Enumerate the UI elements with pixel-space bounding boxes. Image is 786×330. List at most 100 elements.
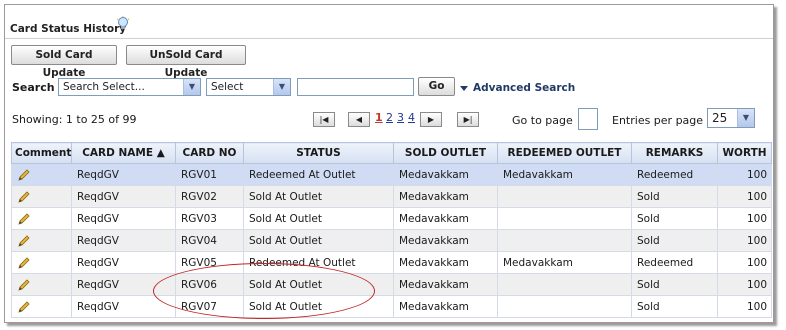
column-header-remarks[interactable]: REMARKS bbox=[631, 142, 718, 164]
chevron-down-icon: ▼ bbox=[183, 79, 200, 95]
advanced-search-arrow-icon bbox=[460, 86, 468, 91]
worth-cell: 100 bbox=[717, 229, 772, 252]
card-name-cell: ReqdGV bbox=[71, 207, 176, 230]
worth-cell: 100 bbox=[717, 273, 772, 296]
redeemed-outlet-cell bbox=[497, 185, 632, 208]
sold-outlet-cell: Medavakkam bbox=[393, 163, 498, 186]
card-no-cell: RGV02 bbox=[175, 185, 244, 208]
search-field-select-value: Search Select... bbox=[63, 81, 145, 93]
comment-cell[interactable] bbox=[11, 273, 72, 296]
remarks-cell: Redeemed bbox=[631, 163, 718, 186]
column-header-sold-outlet[interactable]: SOLD OUTLET bbox=[393, 142, 498, 164]
table-row[interactable]: ReqdGV RGV03 Sold At Outlet Medavakkam S… bbox=[11, 207, 772, 230]
search-field-select[interactable]: Search Select... ▼ bbox=[58, 78, 201, 96]
card-name-cell: ReqdGV bbox=[71, 185, 176, 208]
column-header-card-name[interactable]: CARD NAME ▲ bbox=[71, 142, 176, 164]
remarks-cell: Sold bbox=[631, 185, 718, 208]
card-no-cell: RGV01 bbox=[175, 163, 244, 186]
comment-cell[interactable] bbox=[11, 295, 72, 318]
next-page-button[interactable]: ▶ bbox=[420, 112, 442, 127]
table-row[interactable]: ReqdGV RGV06 Sold At Outlet Medavakkam S… bbox=[11, 273, 772, 296]
search-label: Search bbox=[12, 81, 55, 94]
redeemed-outlet-cell: Medavakkam bbox=[497, 163, 632, 186]
redeemed-outlet-cell bbox=[497, 207, 632, 230]
column-header-status[interactable]: STATUS bbox=[243, 142, 394, 164]
table-row[interactable]: ReqdGV RGV07 Sold At Outlet Medavakkam S… bbox=[11, 295, 772, 318]
pencil-icon[interactable] bbox=[17, 300, 31, 313]
comment-cell[interactable] bbox=[11, 163, 72, 186]
search-input[interactable] bbox=[297, 78, 414, 96]
table-header-row: Comment CARD NAME ▲ CARD NO STATUS SOLD … bbox=[11, 142, 772, 164]
card-name-cell: ReqdGV bbox=[71, 229, 176, 252]
page-link-2[interactable]: 2 bbox=[386, 111, 393, 124]
sold-outlet-cell: Medavakkam bbox=[393, 229, 498, 252]
redeemed-outlet-cell: Medavakkam bbox=[497, 251, 632, 274]
column-header-redeemed-outlet[interactable]: REDEEMED OUTLET bbox=[497, 142, 632, 164]
prev-page-button[interactable]: ◀ bbox=[348, 112, 370, 127]
title-divider bbox=[5, 38, 773, 39]
status-cell: Redeemed At Outlet bbox=[243, 163, 394, 186]
column-header-worth[interactable]: WORTH bbox=[717, 142, 772, 164]
table-row[interactable]: ReqdGV RGV05 Redeemed At Outlet Medavakk… bbox=[11, 251, 772, 274]
entries-per-page-value: 25 bbox=[712, 111, 728, 125]
worth-cell: 100 bbox=[717, 295, 772, 318]
card-no-cell: RGV04 bbox=[175, 229, 244, 252]
pencil-icon[interactable] bbox=[17, 234, 31, 247]
remarks-cell: Sold bbox=[631, 273, 718, 296]
pencil-icon[interactable] bbox=[17, 212, 31, 225]
worth-cell: 100 bbox=[717, 251, 772, 274]
unsold-card-update-button[interactable]: UnSold Card Update bbox=[126, 45, 246, 79]
pencil-icon[interactable] bbox=[17, 256, 31, 269]
chevron-down-icon: ▼ bbox=[273, 79, 290, 95]
redeemed-outlet-cell bbox=[497, 273, 632, 296]
comment-cell[interactable] bbox=[11, 207, 72, 230]
advanced-search-link[interactable]: Advanced Search bbox=[473, 82, 575, 94]
remarks-cell: Sold bbox=[631, 207, 718, 230]
first-page-button[interactable]: |◀ bbox=[313, 112, 335, 127]
lightbulb-icon[interactable] bbox=[116, 16, 130, 32]
entries-per-page-label: Entries per page bbox=[612, 114, 704, 127]
card-status-table: Comment CARD NAME ▲ CARD NO STATUS SOLD … bbox=[11, 142, 772, 318]
pencil-icon[interactable] bbox=[17, 190, 31, 203]
table-row[interactable]: ReqdGV RGV01 Redeemed At Outlet Medavakk… bbox=[11, 163, 772, 186]
sold-outlet-cell: Medavakkam bbox=[393, 251, 498, 274]
search-operator-select[interactable]: Select ▼ bbox=[206, 78, 291, 96]
annotation-ellipse bbox=[153, 263, 375, 319]
card-no-cell: RGV03 bbox=[175, 207, 244, 230]
status-cell: Sold At Outlet bbox=[243, 185, 394, 208]
sold-outlet-cell: Medavakkam bbox=[393, 185, 498, 208]
goto-page-input[interactable] bbox=[578, 108, 598, 130]
worth-cell: 100 bbox=[717, 207, 772, 230]
card-status-panel: Card Status History Sold Card Update UnS… bbox=[4, 4, 774, 323]
worth-cell: 100 bbox=[717, 185, 772, 208]
page-title: Card Status History bbox=[10, 23, 127, 35]
go-button[interactable]: Go bbox=[418, 77, 455, 96]
table-row[interactable]: ReqdGV RGV04 Sold At Outlet Medavakkam S… bbox=[11, 229, 772, 252]
sold-outlet-cell: Medavakkam bbox=[393, 295, 498, 318]
column-header-comment[interactable]: Comment bbox=[11, 142, 72, 164]
table-row[interactable]: ReqdGV RGV02 Sold At Outlet Medavakkam S… bbox=[11, 185, 772, 208]
goto-page-label: Go to page bbox=[512, 114, 573, 127]
entries-per-page-select[interactable]: 25 ▼ bbox=[707, 108, 755, 128]
sold-outlet-cell: Medavakkam bbox=[393, 207, 498, 230]
redeemed-outlet-cell bbox=[497, 295, 632, 318]
page-link-4[interactable]: 4 bbox=[408, 111, 415, 124]
worth-cell: 100 bbox=[717, 163, 772, 186]
pencil-icon[interactable] bbox=[17, 278, 31, 291]
page-link-1[interactable]: 1 bbox=[375, 111, 383, 124]
search-operator-select-value: Select bbox=[211, 81, 244, 93]
redeemed-outlet-cell bbox=[497, 229, 632, 252]
page-link-3[interactable]: 3 bbox=[397, 111, 404, 124]
chevron-down-icon: ▼ bbox=[737, 109, 754, 127]
comment-cell[interactable] bbox=[11, 185, 72, 208]
remarks-cell: Sold bbox=[631, 295, 718, 318]
comment-cell[interactable] bbox=[11, 229, 72, 252]
card-name-cell: ReqdGV bbox=[71, 251, 176, 274]
sold-card-update-button[interactable]: Sold Card Update bbox=[11, 45, 117, 79]
showing-count: Showing: 1 to 25 of 99 bbox=[12, 113, 137, 126]
last-page-button[interactable]: ▶| bbox=[457, 112, 479, 127]
column-header-card-no[interactable]: CARD NO bbox=[175, 142, 244, 164]
comment-cell[interactable] bbox=[11, 251, 72, 274]
sold-outlet-cell: Medavakkam bbox=[393, 273, 498, 296]
pencil-icon[interactable] bbox=[17, 168, 31, 181]
